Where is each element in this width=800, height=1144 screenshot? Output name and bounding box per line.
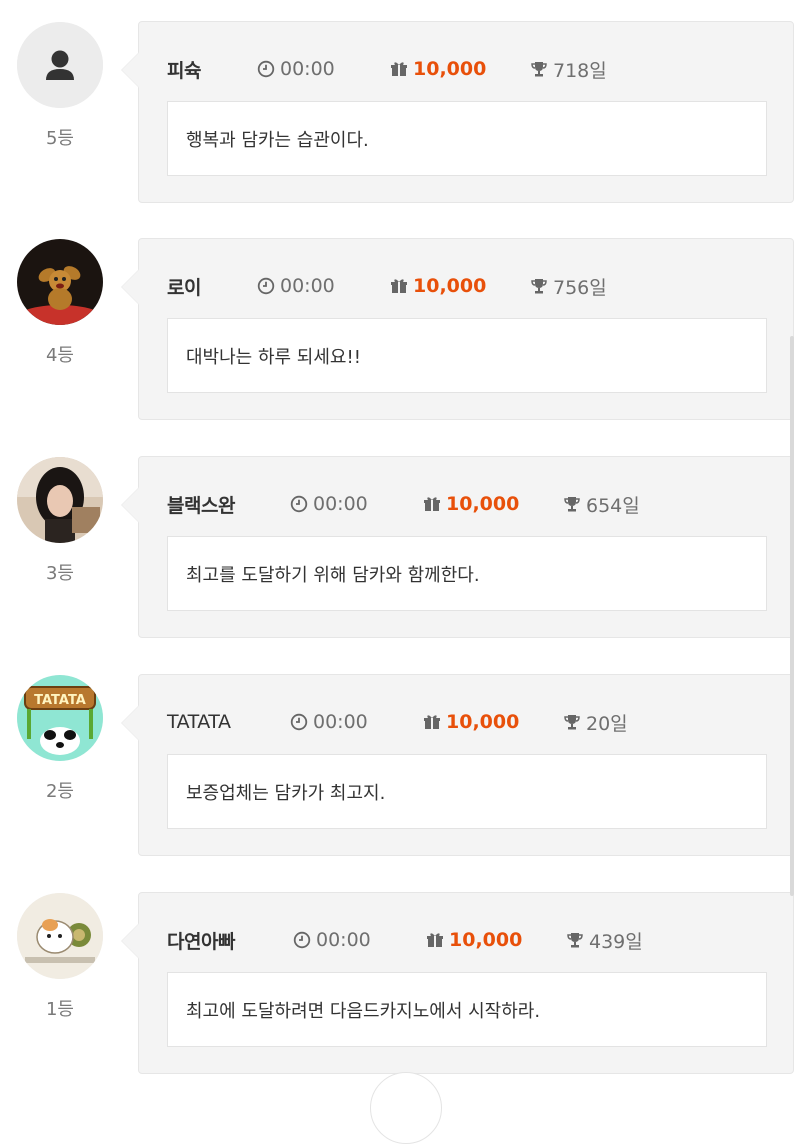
clock-icon: [293, 931, 311, 949]
comment-meta: 피슉 00:00 10,000 718일: [167, 55, 607, 83]
attendance-days: 756일: [530, 273, 607, 300]
comment-message: 행복과 담카는 습관이다.: [167, 101, 767, 176]
default-user-icon: [17, 22, 103, 108]
reward-value: 10,000: [449, 929, 523, 951]
days-value: 718일: [553, 59, 607, 82]
list-item: 1등 다연아빠 00:00 10,000 439일 최고에 도달하려면 다음드카…: [0, 871, 800, 1074]
comment-meta: TATATA 00:00 10,000 20일: [167, 708, 628, 736]
rank-label: 2등: [45, 781, 74, 802]
reward-amount: 10,000: [423, 493, 519, 515]
trophy-icon: [566, 931, 584, 949]
user-name[interactable]: TATATA: [167, 711, 231, 733]
reward-value: 10,000: [413, 58, 487, 80]
cartoon-character-avatar: [17, 239, 103, 325]
clock-icon: [290, 495, 308, 513]
comment-message: 최고를 도달하기 위해 담카와 함께한다.: [167, 536, 767, 611]
time-stamp: 00:00: [257, 275, 335, 297]
time-stamp: 00:00: [290, 493, 368, 515]
attendance-days: 20일: [563, 709, 628, 736]
comment-card: 다연아빠 00:00 10,000 439일 최고에 도달하려면 다음드카지노에…: [121, 892, 794, 1074]
comment-card: TATATA 00:00 10,000 20일 보증업체는 담카가 최고지.: [121, 674, 794, 856]
gift-icon: [423, 495, 441, 513]
user-name[interactable]: 블랙스완: [167, 491, 235, 518]
comment-message: 최고에 도달하려면 다음드카지노에서 시작하라.: [167, 972, 767, 1047]
list-item: 5등 피슉 00:00 10,000 718일 행복과 담카는 습관이다.: [0, 0, 800, 203]
days-value: 20일: [586, 712, 628, 735]
comment-card: 로이 00:00 10,000 756일 대박나는 하루 되세요!!: [121, 238, 794, 420]
rank-label: 5등: [45, 128, 74, 149]
days-value: 439일: [589, 930, 643, 953]
gift-icon: [426, 931, 444, 949]
time-stamp: 00:00: [257, 58, 335, 80]
reward-amount: 10,000: [390, 58, 486, 80]
time-stamp: 00:00: [293, 929, 371, 951]
trophy-icon: [530, 277, 548, 295]
user-name[interactable]: 로이: [167, 273, 201, 300]
user-name[interactable]: 다연아빠: [167, 927, 235, 954]
avatar[interactable]: [17, 22, 103, 108]
list-item: 3등 블랙스완 00:00 10,000 654일 최고를 도달하기 위해 담카…: [0, 435, 800, 638]
rank-label: 4등: [45, 345, 74, 366]
reward-value: 10,000: [446, 711, 520, 733]
days-value: 654일: [586, 494, 640, 517]
comment-card: 블랙스완 00:00 10,000 654일 최고를 도달하기 위해 담카와 함…: [121, 456, 794, 638]
time-value: 00:00: [280, 275, 335, 297]
avatar[interactable]: TATATA: [17, 675, 103, 761]
hamster-avatar: [17, 893, 103, 979]
attendance-days: 654일: [563, 491, 640, 518]
trophy-icon: [563, 495, 581, 513]
comment-meta: 로이 00:00 10,000 756일: [167, 272, 607, 300]
avatar-sign-text: TATATA: [34, 693, 86, 708]
person-photo-avatar: [17, 457, 103, 543]
avatar[interactable]: [17, 893, 103, 979]
reward-amount: 10,000: [390, 275, 486, 297]
time-value: 00:00: [280, 58, 335, 80]
comment-card: 피슉 00:00 10,000 718일 행복과 담카는 습관이다.: [121, 21, 794, 203]
clock-icon: [290, 713, 308, 731]
clock-icon: [257, 277, 275, 295]
list-item: 4등 로이 00:00 10,000 756일 대박나는 하루 되세요!!: [0, 217, 800, 420]
user-name[interactable]: 피슉: [167, 56, 201, 83]
attendance-days: 439일: [566, 927, 643, 954]
time-value: 00:00: [316, 929, 371, 951]
trophy-icon: [530, 60, 548, 78]
reward-amount: 10,000: [423, 711, 519, 733]
comment-message: 대박나는 하루 되세요!!: [167, 318, 767, 393]
time-value: 00:00: [313, 493, 368, 515]
scrollbar[interactable]: [790, 336, 794, 896]
comment-meta: 다연아빠 00:00 10,000 439일: [167, 926, 643, 954]
panda-sign-avatar: TATATA: [17, 675, 103, 761]
avatar[interactable]: [17, 239, 103, 325]
time-value: 00:00: [313, 711, 368, 733]
load-more-button[interactable]: [370, 1072, 442, 1144]
rank-label: 3등: [45, 563, 74, 584]
reward-value: 10,000: [413, 275, 487, 297]
avatar[interactable]: [17, 457, 103, 543]
reward-value: 10,000: [446, 493, 520, 515]
comment-message: 보증업체는 담카가 최고지.: [167, 754, 767, 829]
clock-icon: [257, 60, 275, 78]
reward-amount: 10,000: [426, 929, 522, 951]
days-value: 756일: [553, 276, 607, 299]
comment-meta: 블랙스완 00:00 10,000 654일: [167, 490, 640, 518]
gift-icon: [423, 713, 441, 731]
trophy-icon: [563, 713, 581, 731]
time-stamp: 00:00: [290, 711, 368, 733]
gift-icon: [390, 277, 408, 295]
gift-icon: [390, 60, 408, 78]
list-item: TATATA 2등 TATATA 00:00 10,000 20일 보증업체는 …: [0, 653, 800, 856]
rank-label: 1등: [45, 999, 74, 1020]
attendance-days: 718일: [530, 56, 607, 83]
